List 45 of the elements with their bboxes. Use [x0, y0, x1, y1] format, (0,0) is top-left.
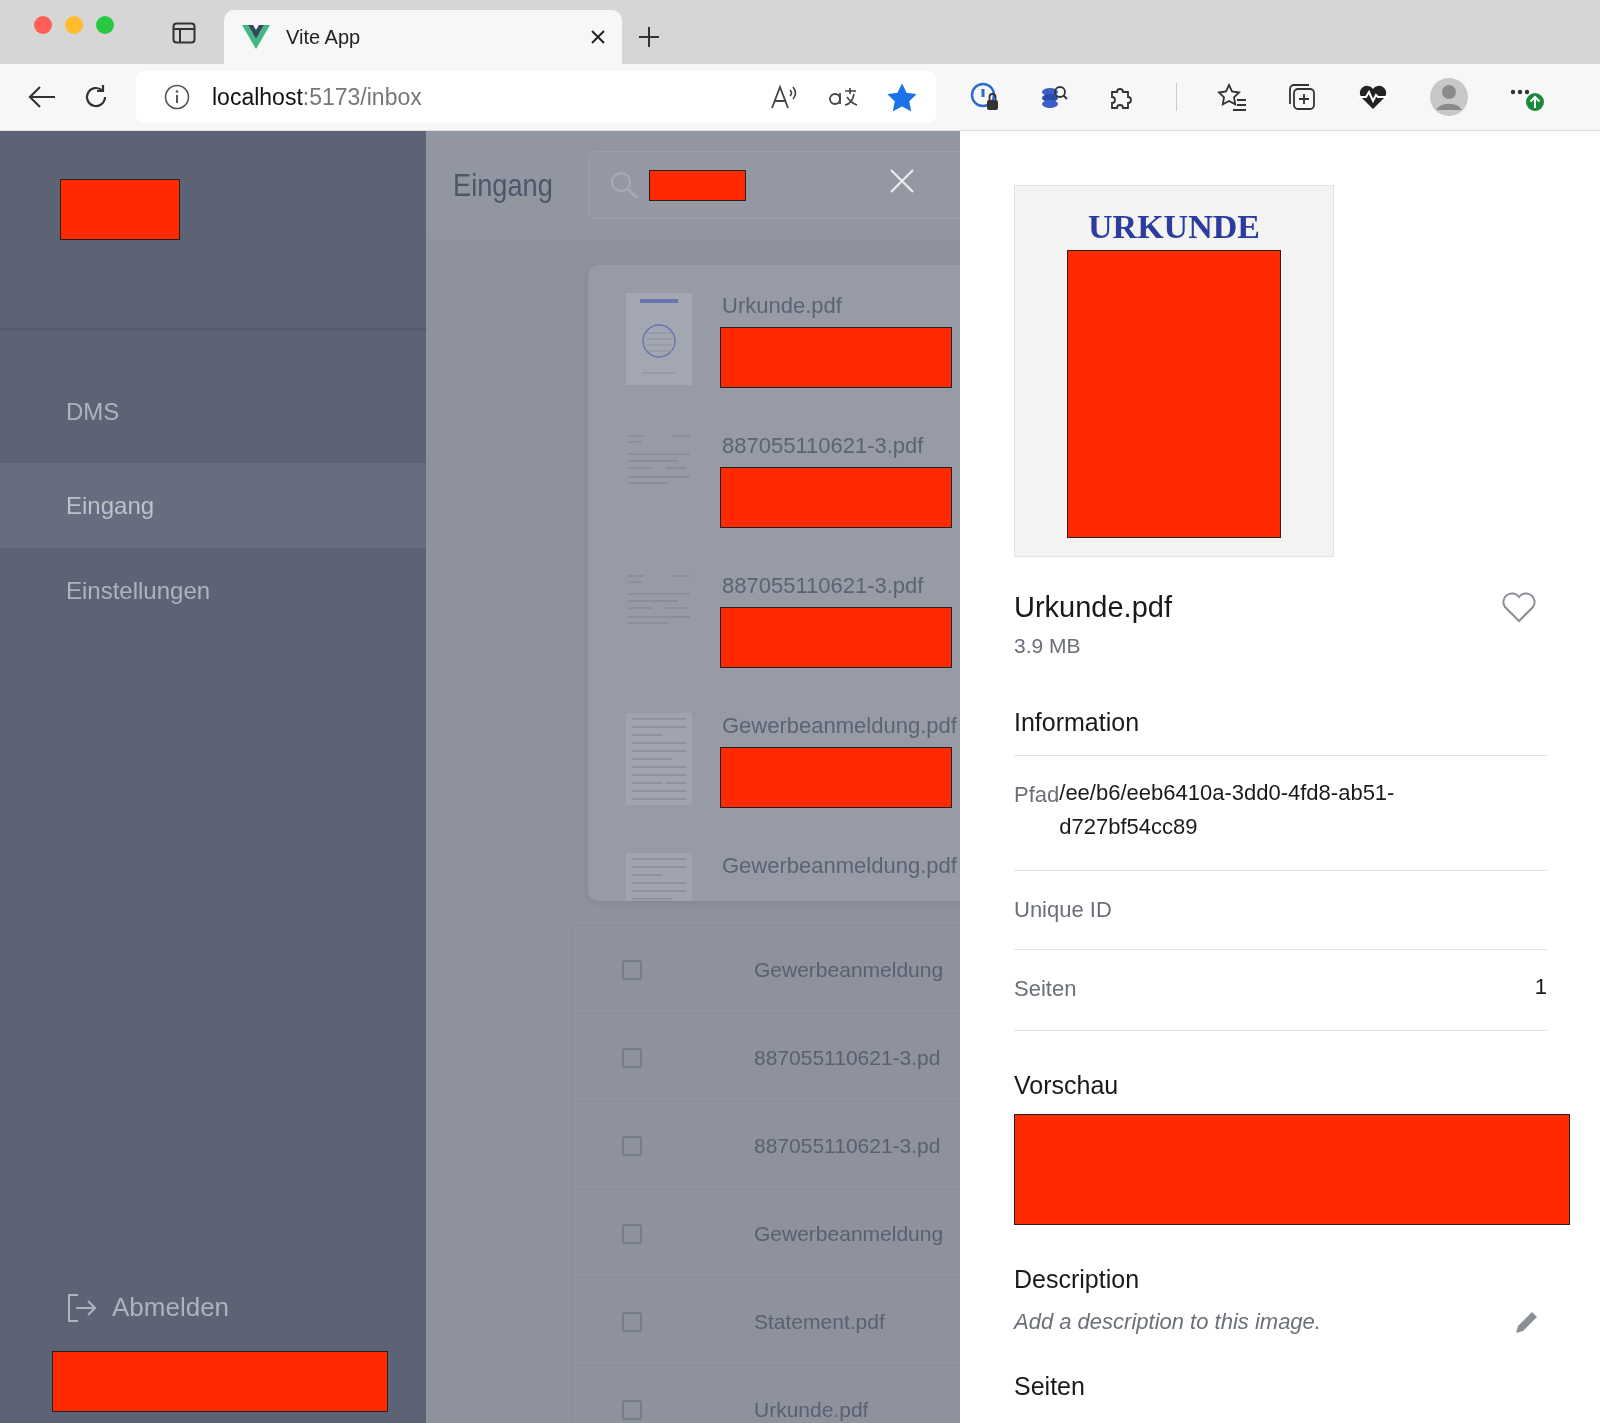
coins-search-icon[interactable] — [1040, 84, 1068, 110]
preview-heading: URKUNDE — [1088, 208, 1260, 246]
browser-tab[interactable]: Vite App — [224, 10, 622, 64]
new-tab-icon[interactable] — [638, 26, 660, 48]
url-text: localhost:5173/inbox — [212, 83, 423, 111]
result-name[interactable]: Urkunde.pdf — [720, 293, 952, 319]
page-title: Eingang — [453, 166, 553, 204]
info-label: Pfad — [1014, 782, 1060, 809]
close-icon[interactable] — [590, 29, 606, 45]
nav-item[interactable]: DMS — [0, 331, 426, 463]
collections-icon[interactable] — [1287, 82, 1317, 112]
search-field[interactable] — [588, 151, 960, 219]
info-value: /ee/b6/eeb6410a-3dd0-4fd8-ab51-d727bf54cc89 — [1059, 779, 1396, 841]
info-label: Seiten — [1014, 976, 1077, 1003]
nav-item[interactable]: Einstellungen — [0, 548, 426, 633]
nav-item[interactable]: Eingang — [0, 463, 426, 548]
back-icon[interactable] — [28, 85, 56, 109]
section-heading: Information — [1014, 708, 1141, 738]
favorites-icon[interactable] — [1217, 83, 1247, 111]
result-name[interactable]: Gewerbeanmeldung.pdf — [720, 853, 957, 879]
result-name[interactable]: 887055110621-3.pdf — [720, 433, 952, 459]
tab-title: Vite App — [286, 25, 362, 49]
logout-link[interactable]: Abmelden — [0, 1292, 426, 1323]
avatar-icon[interactable] — [1429, 77, 1469, 117]
heart-pulse-icon[interactable] — [1357, 83, 1389, 111]
info-value: 1 — [1534, 973, 1547, 1001]
translate-icon[interactable] — [828, 85, 858, 109]
read-aloud-icon[interactable] — [770, 84, 798, 110]
address-bar[interactable]: localhost:5173/inbox — [136, 71, 936, 123]
description-placeholder[interactable]: Add a description to this image. — [1014, 1309, 1321, 1335]
file-size: 3.9 MB — [1014, 634, 1082, 658]
logout-icon — [66, 1292, 96, 1323]
password-lock-icon[interactable] — [970, 82, 1000, 112]
section-heading: Vorschau — [1014, 1071, 1120, 1101]
section-heading: Seiten — [1014, 1372, 1086, 1402]
result-name[interactable]: Gewerbeanmeldung.pdf — [720, 713, 957, 739]
result-name[interactable]: 887055110621-3.pdf — [720, 573, 952, 599]
file-title: Urkunde.pdf — [1014, 591, 1172, 624]
star-icon[interactable] — [888, 83, 916, 111]
info-label: Unique ID — [1014, 897, 1112, 923]
section-heading: Description — [1014, 1265, 1141, 1295]
heart-icon[interactable] — [1501, 591, 1537, 623]
sidebar-toggle-icon[interactable] — [172, 22, 196, 44]
info-icon — [164, 84, 190, 110]
v-shape-logo-icon — [242, 25, 270, 49]
